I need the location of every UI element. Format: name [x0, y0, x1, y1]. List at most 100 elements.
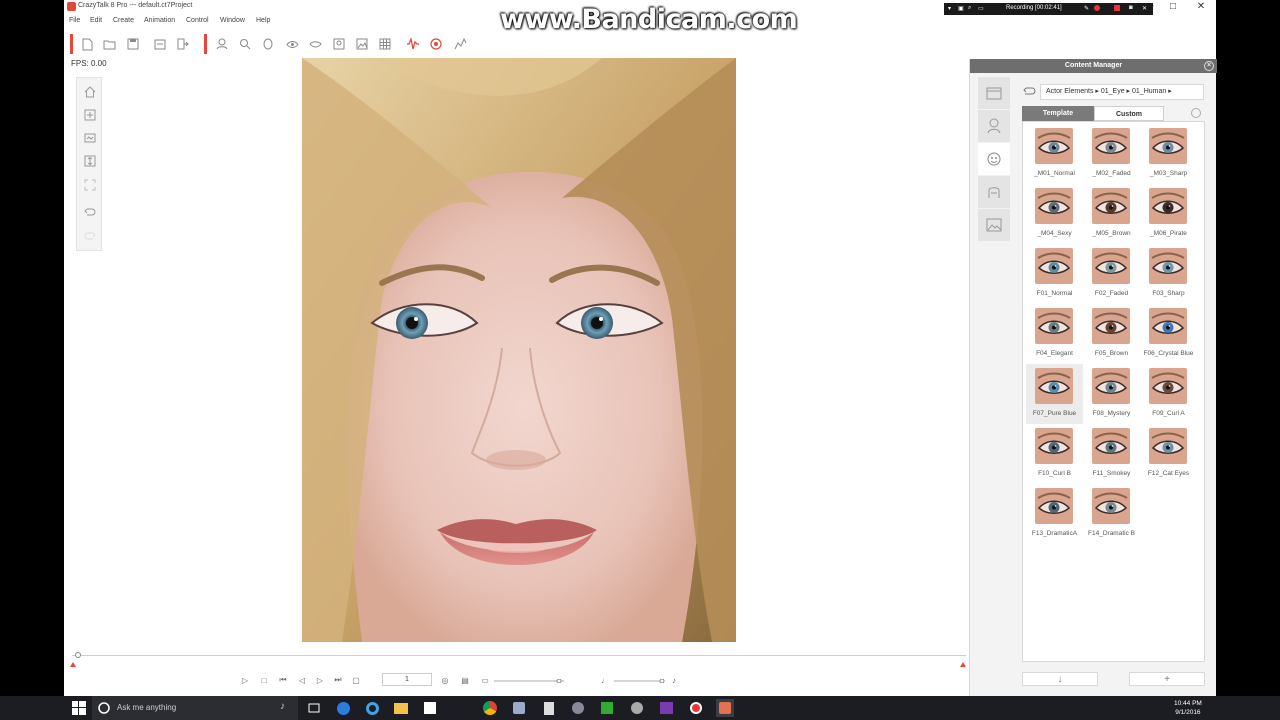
- new-file-icon[interactable]: [79, 36, 95, 52]
- back-icon[interactable]: [1022, 86, 1038, 98]
- scene-category-icon[interactable]: [978, 209, 1010, 241]
- screen-icon[interactable]: ▣: [958, 5, 964, 12]
- maximize-button[interactable]: □: [1160, 0, 1186, 14]
- export-icon[interactable]: [152, 36, 168, 52]
- eye-icon[interactable]: [284, 36, 300, 52]
- eye-template-tile[interactable]: F06_Crystal Blue: [1140, 304, 1197, 364]
- zoom-vertical-icon[interactable]: [81, 152, 99, 170]
- task-view-icon[interactable]: [305, 699, 323, 717]
- motion-icon[interactable]: [452, 36, 468, 52]
- home-icon[interactable]: [81, 83, 99, 101]
- first-frame-icon[interactable]: ⏮: [277, 674, 289, 686]
- window-icon[interactable]: ▭: [978, 5, 984, 12]
- app-icon[interactable]: [628, 699, 646, 717]
- timeline-playhead[interactable]: [75, 652, 81, 658]
- menu-create[interactable]: Create: [113, 17, 134, 24]
- fit-view-icon[interactable]: [81, 129, 99, 147]
- volume-slider[interactable]: [614, 679, 674, 683]
- camera-icon[interactable]: ◙: [1129, 5, 1133, 11]
- tab-template[interactable]: Template: [1022, 106, 1094, 121]
- menu-window[interactable]: Window: [220, 17, 245, 24]
- timeline-icon[interactable]: ▤: [459, 674, 471, 686]
- menu-edit[interactable]: Edit: [90, 17, 102, 24]
- eye-template-tile[interactable]: _M03_Sharp: [1140, 124, 1197, 184]
- play-icon[interactable]: ▷: [239, 674, 251, 686]
- eye-template-tile[interactable]: _M06_Pirate: [1140, 184, 1197, 244]
- eye-template-tile[interactable]: F08_Mystery: [1083, 364, 1140, 424]
- fullscreen-icon[interactable]: [81, 176, 99, 194]
- frame-settings-icon[interactable]: ◎: [439, 674, 451, 686]
- dropdown-icon[interactable]: ▾: [948, 5, 951, 12]
- eye-template-tile[interactable]: F04_Elegant: [1026, 304, 1083, 364]
- record-icon[interactable]: [428, 36, 444, 52]
- motion-category-icon[interactable]: [978, 176, 1010, 208]
- image-icon[interactable]: [354, 36, 370, 52]
- eye-template-tile[interactable]: F13_DramaticA: [1026, 484, 1083, 544]
- eye-template-tile[interactable]: F11_Smokey: [1083, 424, 1140, 484]
- face-fitting-icon[interactable]: [237, 36, 253, 52]
- eye-template-tile[interactable]: F01_Normal: [1026, 244, 1083, 304]
- actor-category-icon[interactable]: [978, 110, 1010, 142]
- stop-record-icon[interactable]: [1114, 5, 1120, 11]
- move-icon[interactable]: [81, 106, 99, 124]
- calculator-icon[interactable]: [540, 699, 558, 717]
- options-icon[interactable]: [1191, 108, 1201, 118]
- windows-start-icon[interactable]: [72, 701, 86, 715]
- menu-help[interactable]: Help: [256, 17, 270, 24]
- zoom-icon[interactable]: ⌕: [968, 5, 971, 12]
- eye-template-tile[interactable]: F05_Brown: [1083, 304, 1140, 364]
- pencil-icon[interactable]: ✎: [1084, 5, 1089, 12]
- menu-animation[interactable]: Animation: [144, 17, 175, 24]
- eye-template-tile[interactable]: F02_Faded: [1083, 244, 1140, 304]
- tab-custom[interactable]: Custom: [1094, 106, 1164, 121]
- menu-control[interactable]: Control: [186, 17, 209, 24]
- eye-template-tile[interactable]: _M05_Brown: [1083, 184, 1140, 244]
- eye-template-tile[interactable]: F03_Sharp: [1140, 244, 1197, 304]
- taskbar-search[interactable]: Ask me anything ♪: [92, 696, 298, 720]
- eye-template-tile[interactable]: F07_Pure Blue: [1026, 364, 1083, 424]
- file-explorer-icon[interactable]: [392, 699, 410, 717]
- next-frame-icon[interactable]: ▷: [314, 674, 326, 686]
- prev-frame-icon[interactable]: ◁: [296, 674, 308, 686]
- speed-slider[interactable]: [494, 679, 574, 683]
- eye-template-tile[interactable]: F14_Dramatic B: [1083, 484, 1140, 544]
- open-folder-icon[interactable]: [101, 36, 117, 52]
- app-icon[interactable]: [657, 699, 675, 717]
- undo-icon[interactable]: [81, 203, 99, 221]
- chrome-icon[interactable]: [481, 699, 499, 717]
- edge-icon[interactable]: [334, 699, 352, 717]
- face-orientation-icon[interactable]: [260, 36, 276, 52]
- system-clock[interactable]: 10:44 PM 9/1/2016: [1174, 699, 1202, 717]
- audio-wave-icon[interactable]: [404, 36, 420, 52]
- save-icon[interactable]: [125, 36, 141, 52]
- menu-file[interactable]: File: [69, 17, 80, 24]
- timeline-start-marker[interactable]: [70, 662, 76, 667]
- record-dot-icon[interactable]: [1094, 5, 1100, 11]
- close-button[interactable]: ✕: [1188, 0, 1214, 14]
- actor-icon[interactable]: [214, 36, 230, 52]
- internet-explorer-icon[interactable]: [363, 699, 381, 717]
- breadcrumb-path[interactable]: Actor Elements ▸ 01_Eye ▸ 01_Human ▸: [1040, 84, 1204, 100]
- eye-template-tile[interactable]: F12_Cat Eyes: [1140, 424, 1197, 484]
- grid-icon[interactable]: [377, 36, 393, 52]
- timeline-track[interactable]: [72, 655, 966, 656]
- microphone-icon[interactable]: ♪: [280, 701, 285, 712]
- music-note-icon[interactable]: ♪: [668, 674, 680, 686]
- app-icon[interactable]: [598, 699, 616, 717]
- eye-template-tile[interactable]: F09_Curl A: [1140, 364, 1197, 424]
- close-panel-icon[interactable]: ×: [1204, 61, 1214, 71]
- face-elements-category-icon[interactable]: [978, 143, 1010, 175]
- face-preview-viewport[interactable]: [302, 58, 736, 642]
- settings-app-icon[interactable]: [569, 699, 587, 717]
- background-icon[interactable]: [331, 36, 347, 52]
- last-frame-icon[interactable]: ⏭: [332, 674, 344, 686]
- eye-template-tile[interactable]: F10_Curl B: [1026, 424, 1083, 484]
- mouth-icon[interactable]: [307, 36, 323, 52]
- timeline-end-marker[interactable]: [960, 662, 966, 667]
- speed-icon[interactable]: ▭: [479, 674, 491, 686]
- project-category-icon[interactable]: [978, 77, 1010, 109]
- volume-icon[interactable]: ♩: [599, 674, 611, 686]
- app-icon[interactable]: [510, 699, 528, 717]
- add-button[interactable]: +: [1129, 672, 1205, 686]
- exit-icon[interactable]: [175, 36, 191, 52]
